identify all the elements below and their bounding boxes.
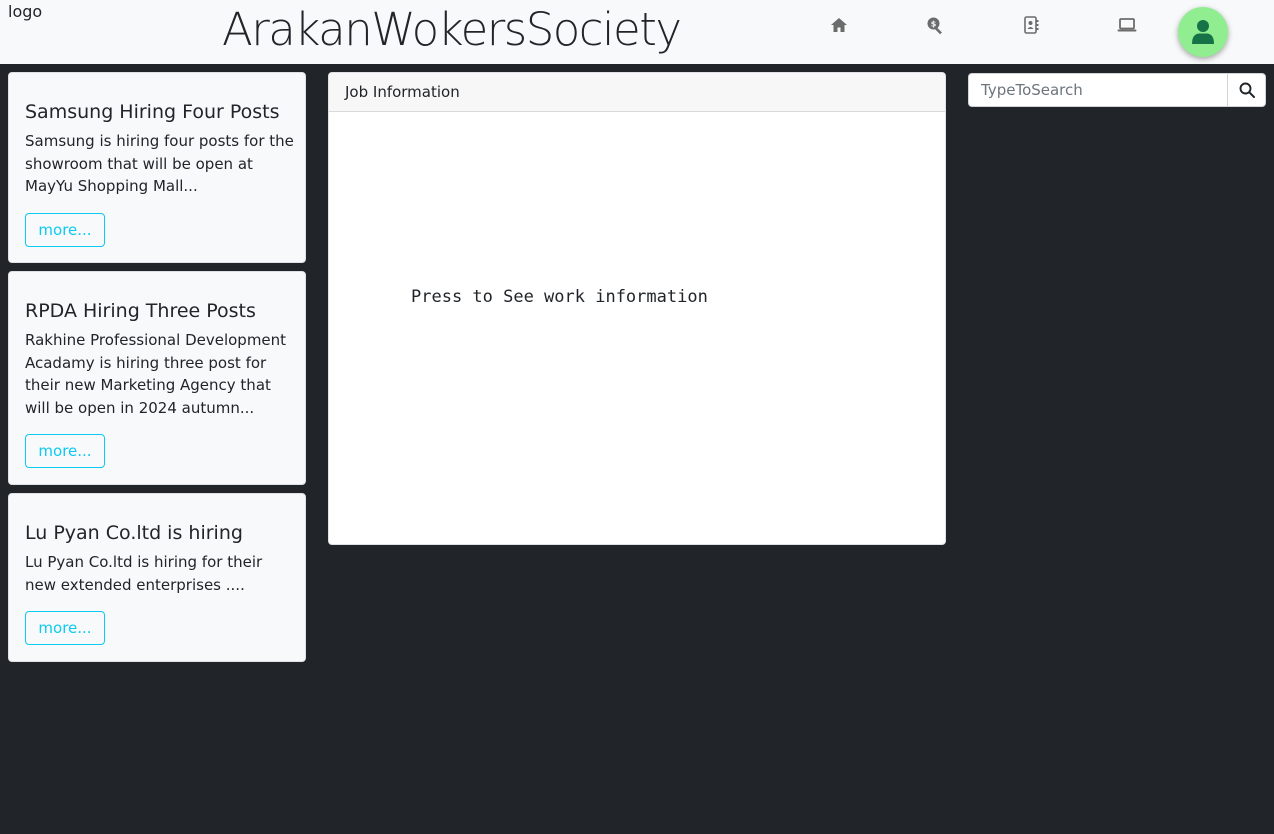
logo-alt-text: logo bbox=[8, 2, 43, 21]
search-icon bbox=[1239, 82, 1255, 98]
job-card: Lu Pyan Co.ltd is hiring Lu Pyan Co.ltd … bbox=[8, 493, 306, 662]
laptop-icon[interactable] bbox=[1116, 14, 1138, 36]
home-icon[interactable] bbox=[828, 14, 850, 36]
user-icon bbox=[1192, 20, 1214, 44]
search-bar bbox=[968, 73, 1266, 107]
job-card: RPDA Hiring Three Posts Rakhine Professi… bbox=[8, 271, 306, 485]
svg-text:$: $ bbox=[931, 20, 937, 29]
job-card-title: RPDA Hiring Three Posts bbox=[25, 300, 256, 322]
job-card-title: Samsung Hiring Four Posts bbox=[25, 101, 280, 123]
more-button[interactable]: more... bbox=[25, 434, 105, 468]
top-navbar: logo ArakanWokersSociety $ bbox=[0, 0, 1274, 64]
search-dollar-icon[interactable]: $ bbox=[924, 14, 946, 36]
job-information-header: Job Information bbox=[329, 73, 945, 112]
job-information-panel: Job Information Press to See work inform… bbox=[328, 72, 946, 545]
search-button[interactable] bbox=[1227, 73, 1266, 107]
job-card: Samsung Hiring Four Posts Samsung is hir… bbox=[8, 72, 306, 263]
search-input[interactable] bbox=[968, 73, 1227, 107]
logo-image: logo bbox=[8, 2, 42, 21]
more-button[interactable]: more... bbox=[25, 611, 105, 645]
site-brand[interactable]: ArakanWokersSociety bbox=[222, 2, 682, 58]
job-card-text: Samsung is hiring four posts for the sho… bbox=[25, 132, 294, 196]
job-card-text: Rakhine Professional Development Acadamy… bbox=[25, 331, 287, 418]
more-button[interactable]: more... bbox=[25, 213, 105, 247]
user-avatar[interactable] bbox=[1178, 7, 1228, 57]
job-card-text: Lu Pyan Co.ltd is hiring for their new e… bbox=[25, 553, 263, 594]
contacts-icon[interactable] bbox=[1020, 14, 1042, 36]
job-information-body: Press to See work information bbox=[411, 287, 708, 307]
job-card-title: Lu Pyan Co.ltd is hiring bbox=[25, 522, 243, 544]
